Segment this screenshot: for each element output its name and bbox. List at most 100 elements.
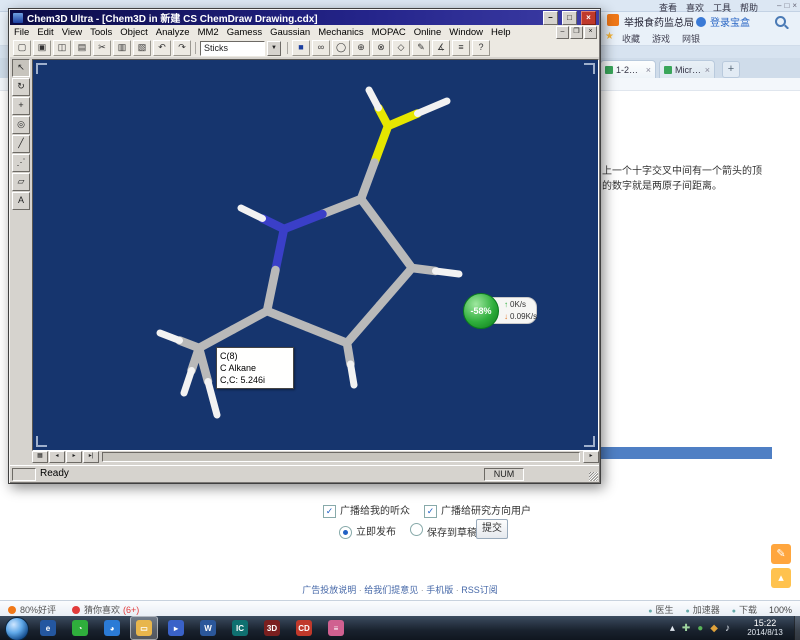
mdi-minimize-button[interactable]: – <box>556 25 569 39</box>
zoom-tool[interactable]: ◎ <box>12 116 30 134</box>
menu-item[interactable]: Tools <box>86 27 116 38</box>
submit-button[interactable]: 提交 <box>476 519 508 539</box>
address-text[interactable]: 举报食药监总局 <box>624 14 694 29</box>
stereo-view-button[interactable]: ∞ <box>312 40 330 56</box>
resize-grip[interactable] <box>589 472 598 481</box>
footer-link[interactable]: 手机版 <box>418 585 453 595</box>
footer-link[interactable]: RSS订阅 <box>453 585 498 595</box>
login-label[interactable]: 登录宝盒 <box>710 14 750 29</box>
radio-publish-now[interactable]: 立即发布 <box>339 523 396 539</box>
rotate-view-button[interactable]: ◯ <box>332 40 350 56</box>
taskbar-app-word[interactable]: W <box>194 616 222 640</box>
rating-indicator[interactable]: 80%好评 <box>8 603 56 616</box>
tab-close-icon[interactable]: × <box>646 65 651 75</box>
add-fragment-button[interactable]: ⊕ <box>352 40 370 56</box>
single-bond-tool[interactable]: ╱ <box>12 135 30 153</box>
tray-hidden-icons[interactable]: ▴ <box>670 623 675 634</box>
background-color-button[interactable]: ■ <box>292 40 310 56</box>
clock[interactable]: 15:22 2014/8/13 <box>738 618 792 638</box>
browser-window-button[interactable]: × <box>792 1 797 10</box>
taskbar-app-chemoffice[interactable]: IC <box>226 616 254 640</box>
paste-button[interactable]: ▧ <box>133 40 151 56</box>
print-button[interactable]: ▤ <box>73 40 91 56</box>
tab-close-icon[interactable]: × <box>705 65 710 75</box>
taskbar-app-chem3d[interactable]: 3D <box>258 616 286 640</box>
menu-item[interactable]: Window <box>445 27 487 38</box>
radio-icon[interactable] <box>410 523 423 536</box>
back-to-top-button[interactable]: ▴ <box>771 568 791 588</box>
playback-end-button[interactable]: ▸ <box>583 451 599 463</box>
start-button[interactable] <box>5 617 29 640</box>
browser-tab[interactable]: 1-2… × <box>600 60 656 78</box>
browser-window-button[interactable]: – <box>777 1 781 10</box>
settings-button[interactable]: ≡ <box>452 40 470 56</box>
cut-button[interactable]: ✂ <box>93 40 111 56</box>
model-type-select[interactable]: Sticks <box>200 40 265 56</box>
taskbar-app-browser[interactable]: ◕ <box>98 616 126 640</box>
minimize-button[interactable]: – <box>543 10 558 25</box>
browser-window-button[interactable]: □ <box>784 1 789 10</box>
measure-button[interactable]: ∡ <box>432 40 450 56</box>
move-tool[interactable]: + <box>12 97 30 115</box>
speed-ball-widget[interactable]: -58% <box>463 293 499 329</box>
taskbar-app-player[interactable]: ▸ <box>162 616 190 640</box>
favorites-star-icon[interactable]: ★ <box>605 31 614 42</box>
menu-item[interactable]: View <box>58 27 86 38</box>
text-build-button[interactable]: ✎ <box>412 40 430 56</box>
footer-link[interactable]: 广告投放说明 <box>302 585 356 595</box>
bookmark-item[interactable]: 收藏 <box>622 32 640 45</box>
menu-item[interactable]: Online <box>410 27 445 38</box>
mdi-restore-button[interactable]: ❐ <box>570 25 583 39</box>
menu-item[interactable]: Mechanics <box>314 27 367 38</box>
playback-button[interactable]: ▦ <box>32 451 48 463</box>
menu-item[interactable]: Gamess <box>223 27 266 38</box>
checkbox-icon[interactable]: ✓ <box>323 505 336 518</box>
new-button[interactable]: ▢ <box>13 40 31 56</box>
redo-button[interactable]: ↷ <box>173 40 191 56</box>
playback-track[interactable] <box>102 452 580 462</box>
menu-item[interactable]: File <box>10 27 33 38</box>
chevron-down-icon[interactable]: ▼ <box>267 40 281 56</box>
show-desktop-button[interactable] <box>794 616 800 640</box>
menu-item[interactable]: MOPAC <box>368 27 410 38</box>
menu-item[interactable]: Object <box>116 27 151 38</box>
bookmark-item[interactable]: 游戏 <box>652 32 670 45</box>
menu-item[interactable]: Analyze <box>152 27 194 38</box>
multi-bond-tool[interactable]: ⋰ <box>12 154 30 172</box>
menu-item[interactable]: Edit <box>33 27 57 38</box>
checkbox-icon[interactable]: ✓ <box>424 505 437 518</box>
trackball-tool[interactable]: ↻ <box>12 78 30 96</box>
tray-health-icon[interactable]: ✚ <box>682 623 690 634</box>
save-button[interactable]: ◫ <box>53 40 71 56</box>
help-button[interactable]: ? <box>472 40 490 56</box>
taskbar-app-ie[interactable]: e <box>34 616 62 640</box>
taskbar-app-chemdraw[interactable]: CD <box>290 616 318 640</box>
text-tool[interactable]: A <box>12 192 30 210</box>
maximize-button[interactable]: □ <box>562 10 577 25</box>
build-ring-button[interactable]: ◇ <box>392 40 410 56</box>
menu-item[interactable]: MM2 <box>194 27 223 38</box>
playback-button[interactable]: ▸| <box>83 451 99 463</box>
close-button[interactable]: × <box>581 10 596 25</box>
new-tab-button[interactable]: + <box>722 61 740 78</box>
menu-item[interactable]: Gaussian <box>266 27 314 38</box>
select-tool[interactable]: ↖ <box>12 59 30 77</box>
eraser-tool[interactable]: ▱ <box>12 173 30 191</box>
tray-volume-icon[interactable]: ♪ <box>725 623 730 634</box>
playback-button[interactable]: ▸ <box>66 451 82 463</box>
tray-shield-icon[interactable]: ● <box>697 623 703 634</box>
checkbox-research-users[interactable]: ✓ 广播给研究方向用户 <box>424 502 531 518</box>
status-tool-item[interactable]: 加速器 <box>685 603 720 616</box>
copy-button[interactable]: ▥ <box>113 40 131 56</box>
menu-item[interactable]: Help <box>487 27 515 38</box>
status-tool-item[interactable]: 下载 <box>732 603 757 616</box>
open-button[interactable]: ▣ <box>33 40 51 56</box>
playback-button[interactable]: ◂ <box>49 451 65 463</box>
status-tool-item[interactable]: 医生 <box>648 603 673 616</box>
login-area[interactable]: 登录宝盒 <box>696 14 750 29</box>
undo-button[interactable]: ↶ <box>153 40 171 56</box>
browser-tab[interactable]: Micr… × <box>659 60 715 78</box>
remove-fragment-button[interactable]: ⊗ <box>372 40 390 56</box>
footer-link[interactable]: 给我们提意见 <box>356 585 418 595</box>
checkbox-my-audience[interactable]: ✓ 广播给我的听众 <box>323 502 410 518</box>
